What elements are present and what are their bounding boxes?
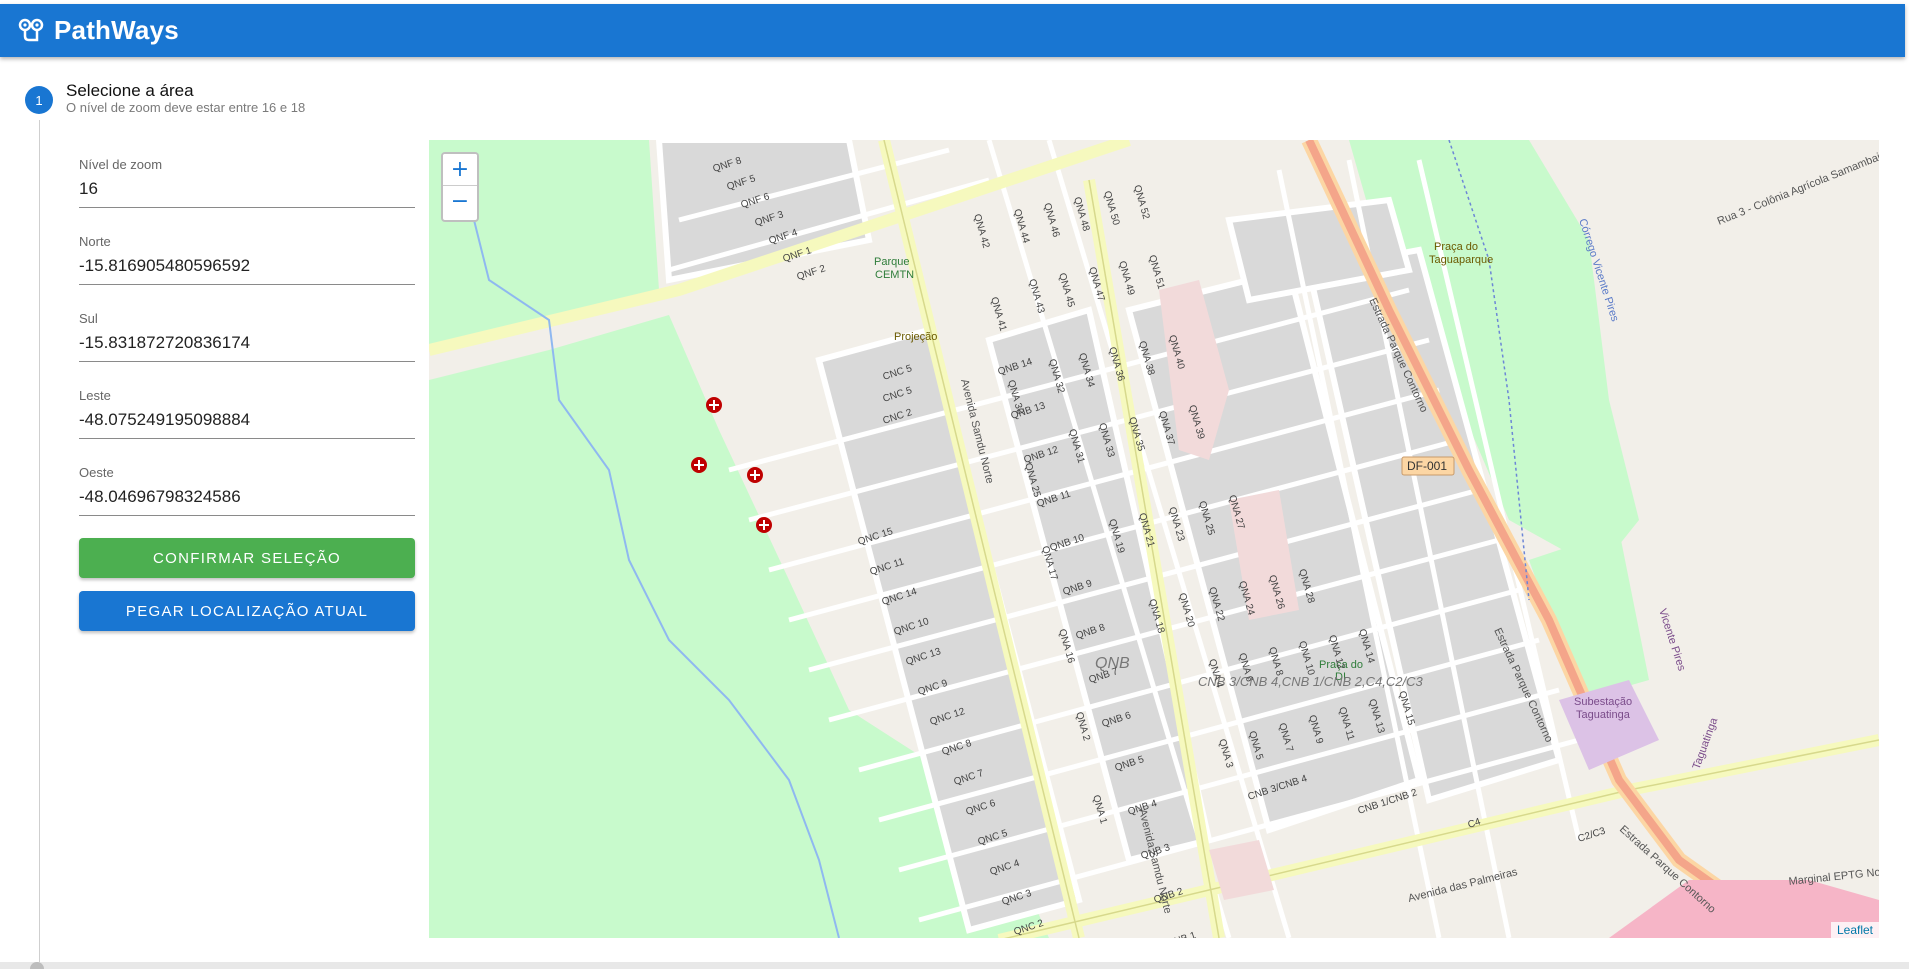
step-title: Selecione a área bbox=[66, 81, 194, 100]
leste-field: Leste bbox=[79, 388, 415, 439]
sul-label: Sul bbox=[79, 311, 98, 326]
map-label-qna-row2-4: QNA 51 bbox=[1146, 254, 1166, 291]
zoom-label: Nível de zoom bbox=[79, 157, 163, 172]
map-label-vicente-pires: Vicente Pires bbox=[1656, 607, 1688, 673]
confirm-selection-button[interactable]: CONFIRMAR SELEÇÃO bbox=[79, 538, 415, 578]
map-label-cnb: CNB 3/CNB 4,CNB 1/CNB 2,C4,C2/C3 bbox=[1198, 674, 1423, 689]
route-icon bbox=[18, 18, 44, 41]
map-label-qnb-row-13: QNB 1 bbox=[1166, 930, 1198, 938]
map-zoom-control: + − bbox=[441, 152, 479, 222]
zoom-input[interactable] bbox=[79, 174, 415, 208]
map-view[interactable]: Parque CEMTN Projeção Praça do Taguaparq… bbox=[429, 140, 1879, 938]
map-label-projecao: Projeção bbox=[894, 331, 937, 343]
map-label-qna-main-1: QNA 41 bbox=[988, 296, 1008, 333]
stepper-connector-line bbox=[39, 120, 40, 962]
map-label-cnb-3: C2/C3 bbox=[1577, 825, 1608, 844]
map-label-qna-row2-3: QNA 49 bbox=[1116, 260, 1136, 297]
map-label-df001: DF-001 bbox=[1407, 459, 1447, 473]
norte-label: Norte bbox=[79, 234, 111, 249]
norte-field: Norte bbox=[79, 234, 415, 285]
zoom-field: Nível de zoom bbox=[79, 157, 415, 208]
map-attribution-link[interactable]: Leaflet bbox=[1830, 922, 1879, 938]
sul-input[interactable] bbox=[79, 328, 415, 362]
map-label-qna-main-0: QNA 42 bbox=[971, 213, 991, 250]
oeste-input[interactable] bbox=[79, 482, 415, 516]
map-label-qna-row1-3: QNA 50 bbox=[1101, 190, 1121, 227]
map-label-qna-main-7: QNA 1 bbox=[1090, 794, 1109, 826]
leste-label: Leste bbox=[79, 388, 111, 403]
map-tiles: Parque CEMTN Projeção Praça do Taguaparq… bbox=[429, 140, 1879, 938]
app-bar: PathWays bbox=[0, 4, 1905, 57]
map-label-taguatinga: Taguatinga bbox=[1691, 716, 1721, 772]
map-label-subestacao-1: Subestação bbox=[1574, 696, 1632, 708]
next-step-indicator bbox=[30, 962, 44, 969]
leste-input[interactable] bbox=[79, 405, 415, 439]
map-label-rua-3: Rua 3 - Colônia Agrícola Samambaia bbox=[1716, 149, 1879, 228]
map-label-qna-row2-1: QNA 45 bbox=[1056, 272, 1076, 309]
step-number-badge: 1 bbox=[25, 86, 53, 114]
zoom-in-button[interactable]: + bbox=[443, 154, 477, 186]
map-label-parque: Parque bbox=[874, 256, 909, 268]
oeste-label: Oeste bbox=[79, 465, 114, 480]
map-label-praca-taguaparque-1: Praça do bbox=[1434, 241, 1478, 253]
map-label-subestacao-2: Taguatinga bbox=[1576, 709, 1631, 721]
map-label-qna-row1-4: QNA 52 bbox=[1131, 184, 1151, 221]
sul-field: Sul bbox=[79, 311, 415, 362]
map-label-praca-taguaparque-2: Taguaparque bbox=[1429, 254, 1493, 266]
app-title: PathWays bbox=[54, 15, 179, 45]
norte-input[interactable] bbox=[79, 251, 415, 285]
map-label-cemtn: CEMTN bbox=[875, 269, 914, 281]
step-subtitle: O nível de zoom deve estar entre 16 e 18 bbox=[66, 100, 306, 115]
zoom-out-button[interactable]: − bbox=[443, 186, 477, 218]
map-label-qna-row2-0: QNA 43 bbox=[1026, 278, 1046, 315]
current-location-button[interactable]: PEGAR LOCALIZAÇÃO ATUAL bbox=[79, 591, 415, 631]
map-label-marginal: Marginal EPTG Norte bbox=[1788, 865, 1879, 888]
next-step-divider bbox=[0, 962, 1909, 969]
map-label-qna-row1-1: QNA 46 bbox=[1041, 202, 1061, 239]
oeste-field: Oeste bbox=[79, 465, 415, 516]
map-label-qnf-6: QNF 2 bbox=[796, 263, 828, 283]
